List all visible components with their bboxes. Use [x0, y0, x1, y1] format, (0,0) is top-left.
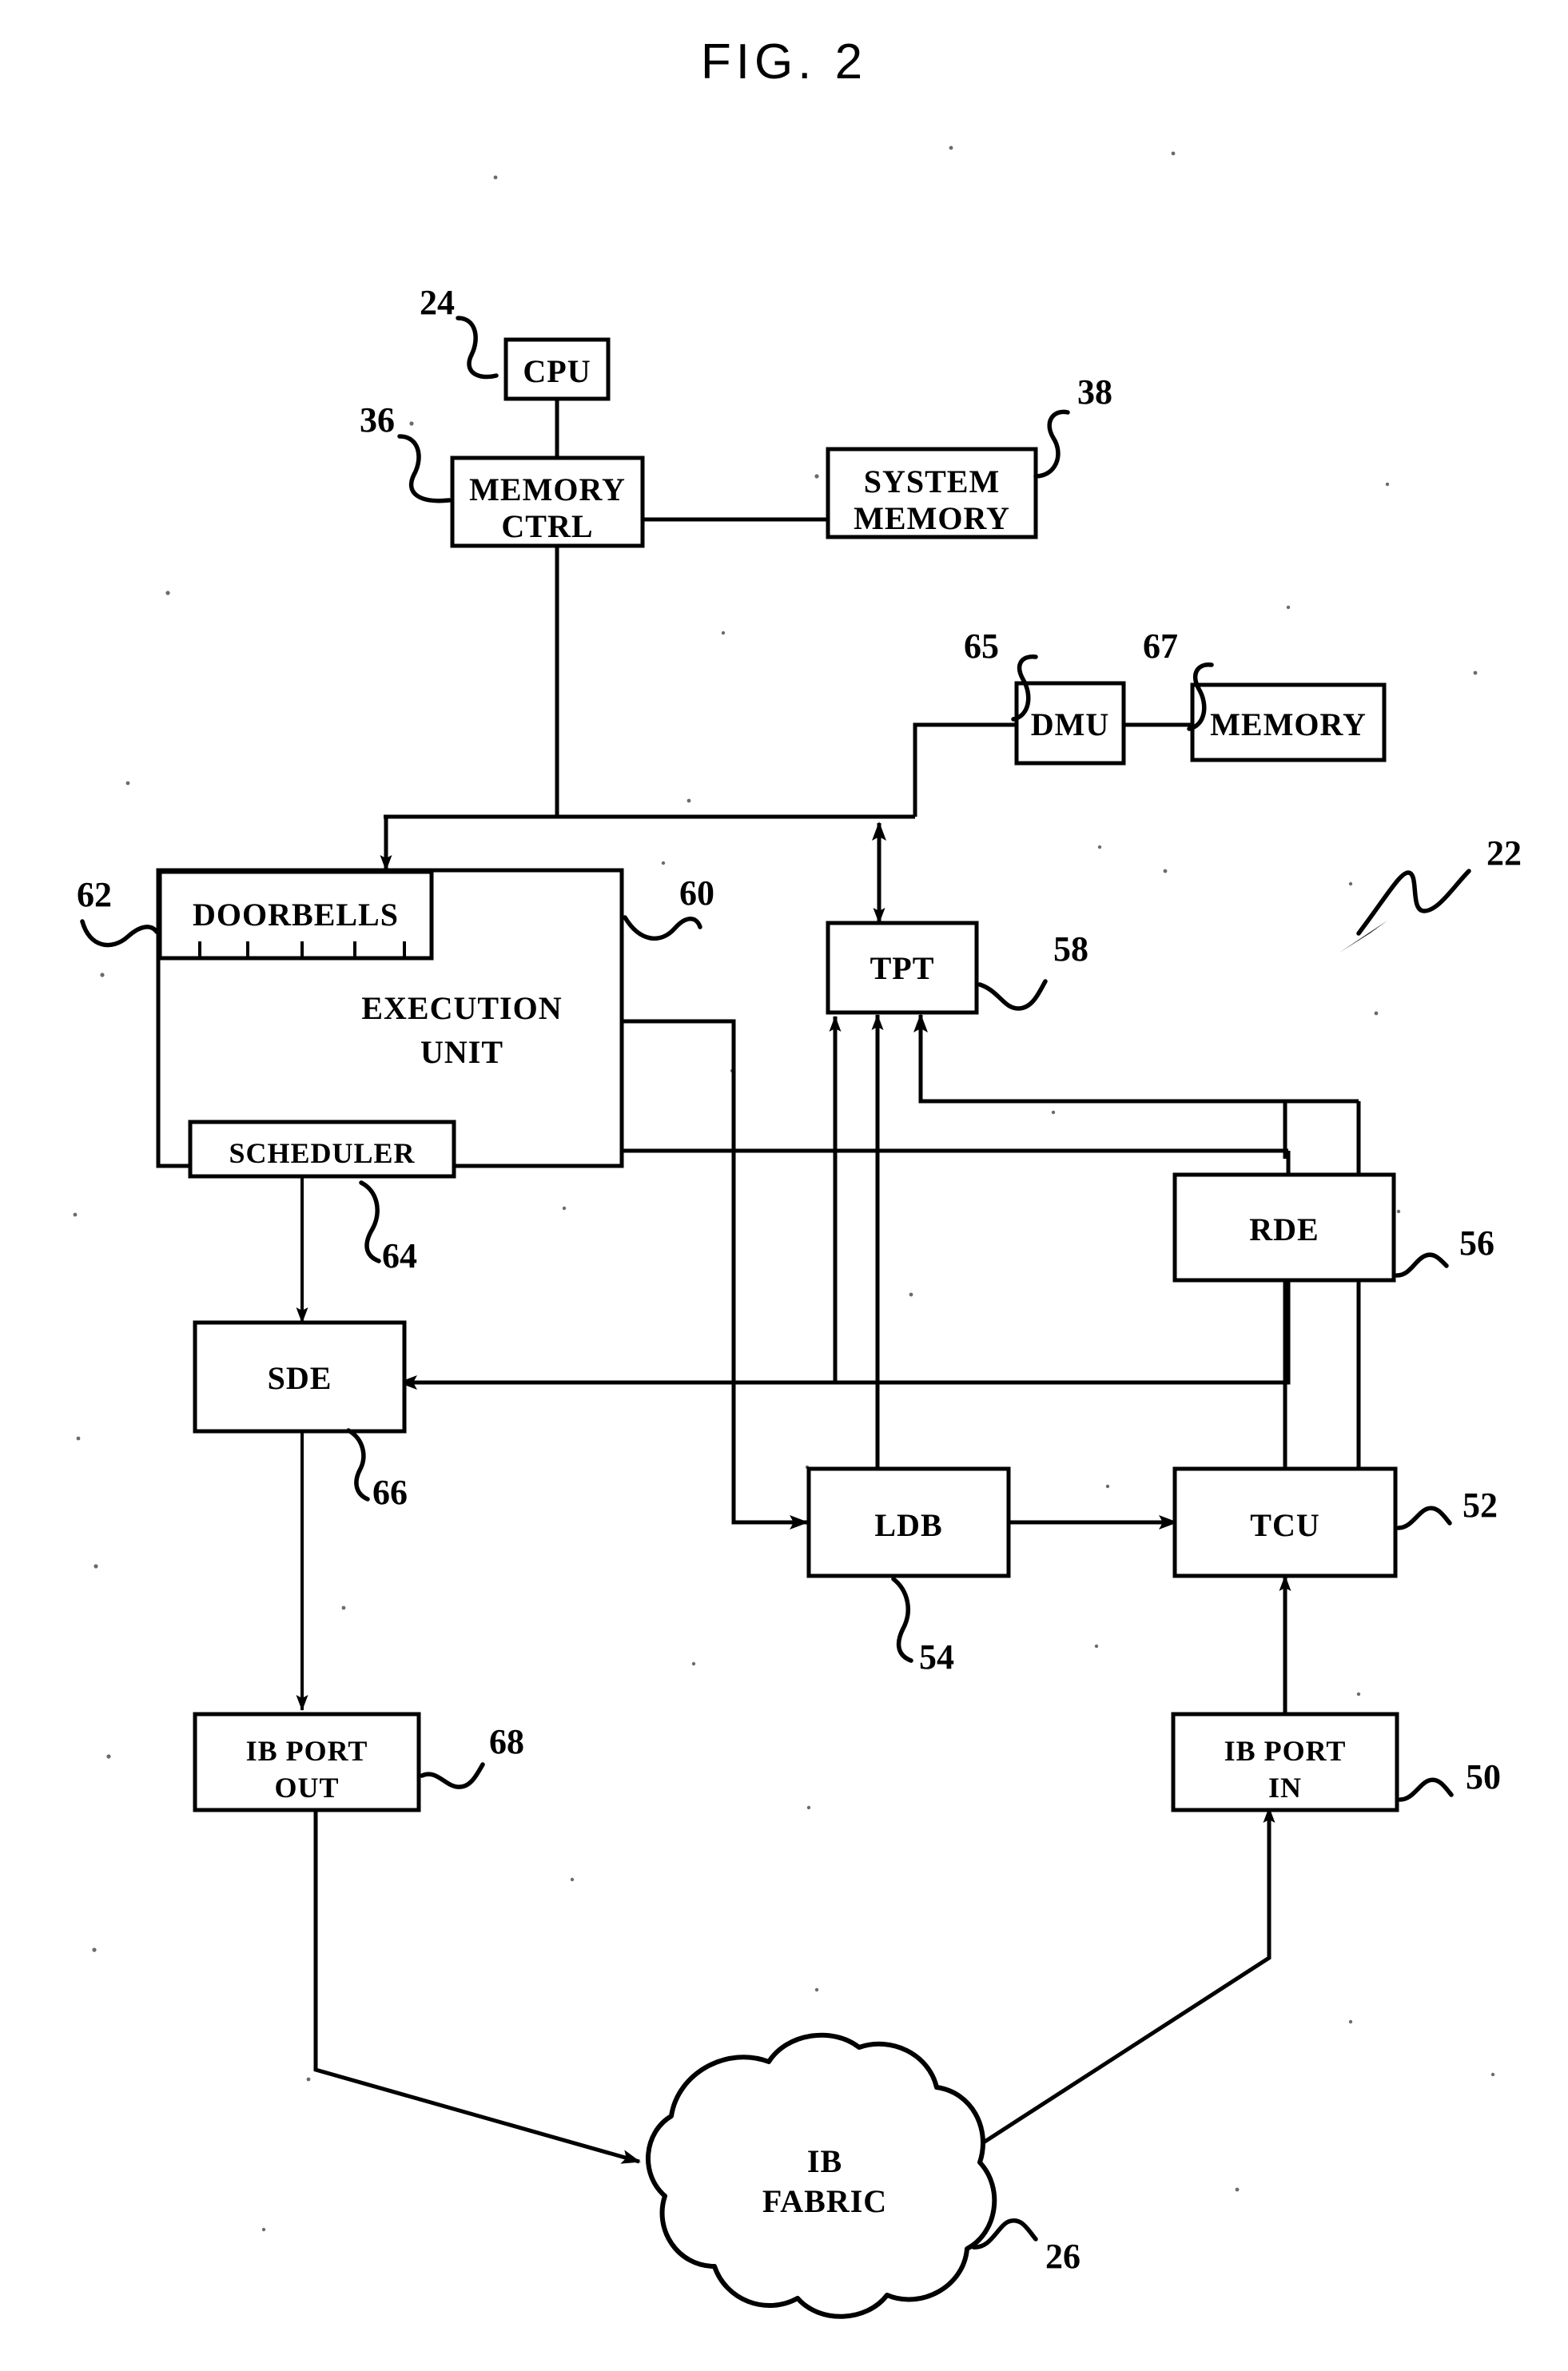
block-label-ib-port-in-line2: IN — [1268, 1772, 1302, 1804]
ref-number-memory-ctrl: 36 — [360, 400, 395, 440]
block-label-tcu: TCU — [1250, 1507, 1319, 1543]
block-ib-port-out[interactable]: IB PORT OUT — [193, 1712, 421, 1812]
ref-leader-ib-port-out: 68 — [420, 1722, 524, 1789]
ref-leader-doorbells: 62 — [77, 875, 159, 948]
ref-leader-assembly: 22 — [1339, 833, 1522, 953]
ref-number-ldb: 54 — [919, 1637, 954, 1677]
wire-fabric-to-ib-port-in — [940, 1807, 1275, 2172]
block-label-rde: RDE — [1249, 1211, 1319, 1247]
block-label-ib-fabric-line2: FABRIC — [762, 2183, 887, 2219]
wire-tcu-feedback-to-sde — [398, 1151, 1291, 1390]
block-label-memory-ctrl-line2: CTRL — [501, 508, 593, 544]
block-doorbells[interactable]: DOORBELLS — [157, 869, 434, 961]
block-label-ib-port-out-line1: IB PORT — [246, 1735, 368, 1767]
block-memory-ctrl[interactable]: MEMORY CTRL — [450, 456, 645, 548]
block-ib-fabric[interactable]: IB FABRIC — [646, 2032, 997, 2319]
block-label-cpu: CPU — [523, 353, 591, 389]
block-label-execution-unit-line1: EXECUTION — [361, 990, 562, 1026]
block-label-sde: SDE — [268, 1360, 332, 1396]
ref-leader-tpt: 58 — [977, 929, 1088, 1011]
ref-leader-memory-ctrl: 36 — [360, 400, 452, 503]
ref-number-ib-fabric: 26 — [1045, 2237, 1080, 2276]
ref-number-system-memory: 38 — [1077, 372, 1112, 412]
ref-leader-rde: 56 — [1395, 1223, 1494, 1278]
ref-number-doorbells: 62 — [77, 875, 112, 914]
block-label-doorbells: DOORBELLS — [193, 897, 399, 933]
ref-number-execution-unit: 60 — [679, 873, 714, 913]
ref-number-ib-port-in: 50 — [1466, 1757, 1501, 1796]
block-scheduler[interactable]: SCHEDULER — [188, 1120, 456, 1179]
ref-leader-execution-unit: 60 — [623, 873, 714, 941]
ref-number-cpu: 24 — [420, 283, 455, 322]
block-label-tpt: TPT — [870, 950, 935, 986]
block-tpt[interactable]: TPT — [826, 921, 979, 1015]
ref-leader-cpu: 24 — [420, 283, 499, 380]
block-diagram: CPU MEMORY CTRL SYSTEM MEMORY DMU MEMORY… — [73, 145, 1522, 2319]
block-label-scheduler: SCHEDULER — [229, 1137, 415, 1169]
ref-leader-system-memory: 38 — [1033, 372, 1112, 479]
ref-number-tpt: 58 — [1053, 929, 1088, 969]
block-label-dmu: DMU — [1031, 706, 1110, 742]
block-label-ib-port-out-line2: OUT — [274, 1772, 339, 1804]
block-rde[interactable]: RDE — [1172, 1172, 1396, 1283]
ref-number-dmu: 65 — [964, 627, 999, 666]
block-label-memory-ctrl-line1: MEMORY — [469, 471, 626, 507]
ref-leader-ib-port-in: 50 — [1398, 1757, 1501, 1802]
connector-wires — [296, 397, 1361, 2172]
block-label-ldb: LDB — [874, 1507, 942, 1543]
ref-number-tcu: 52 — [1463, 1486, 1498, 1525]
patent-figure-page: FIG. 2 CPU MEMORY CTRL SYSTEM MEMORY DMU… — [0, 0, 1568, 2371]
ref-number-rde: 56 — [1459, 1223, 1494, 1263]
block-sde[interactable]: SDE — [193, 1320, 407, 1434]
block-label-system-memory-line2: MEMORY — [854, 500, 1010, 536]
ref-leader-scheduler: 64 — [359, 1180, 417, 1275]
ref-number-memory: 67 — [1143, 627, 1178, 666]
block-ib-port-in[interactable]: IB PORT IN — [1171, 1712, 1399, 1812]
ref-number-assembly: 22 — [1486, 833, 1522, 873]
ref-number-scheduler: 64 — [382, 1236, 417, 1275]
block-cpu[interactable]: CPU — [503, 337, 611, 401]
block-label-execution-unit-line2: UNIT — [420, 1034, 503, 1070]
ref-number-ib-port-out: 68 — [489, 1722, 524, 1761]
ref-number-sde: 66 — [372, 1473, 408, 1512]
wire-execution-unit-to-ldb — [622, 1019, 809, 1530]
block-memory[interactable]: MEMORY — [1190, 682, 1387, 762]
ref-leader-sde: 66 — [346, 1428, 408, 1512]
block-dmu[interactable]: DMU — [1014, 681, 1126, 766]
block-tcu[interactable]: TCU — [1172, 1466, 1398, 1578]
wire-ib-port-out-to-fabric — [313, 1808, 641, 2164]
ref-leader-tcu: 52 — [1396, 1486, 1498, 1530]
block-label-system-memory-line1: SYSTEM — [864, 463, 1001, 499]
wire-tcu-to-tpt — [913, 1013, 1359, 1104]
block-system-memory[interactable]: SYSTEM MEMORY — [826, 447, 1038, 539]
ref-leader-ldb: 54 — [891, 1577, 954, 1677]
wire-bus-to-dmu — [913, 722, 1017, 817]
block-label-ib-port-in-line1: IB PORT — [1224, 1735, 1347, 1767]
block-ldb[interactable]: LDB — [806, 1466, 1011, 1578]
block-label-ib-fabric-line1: IB — [807, 2143, 842, 2179]
block-label-memory: MEMORY — [1210, 706, 1367, 742]
